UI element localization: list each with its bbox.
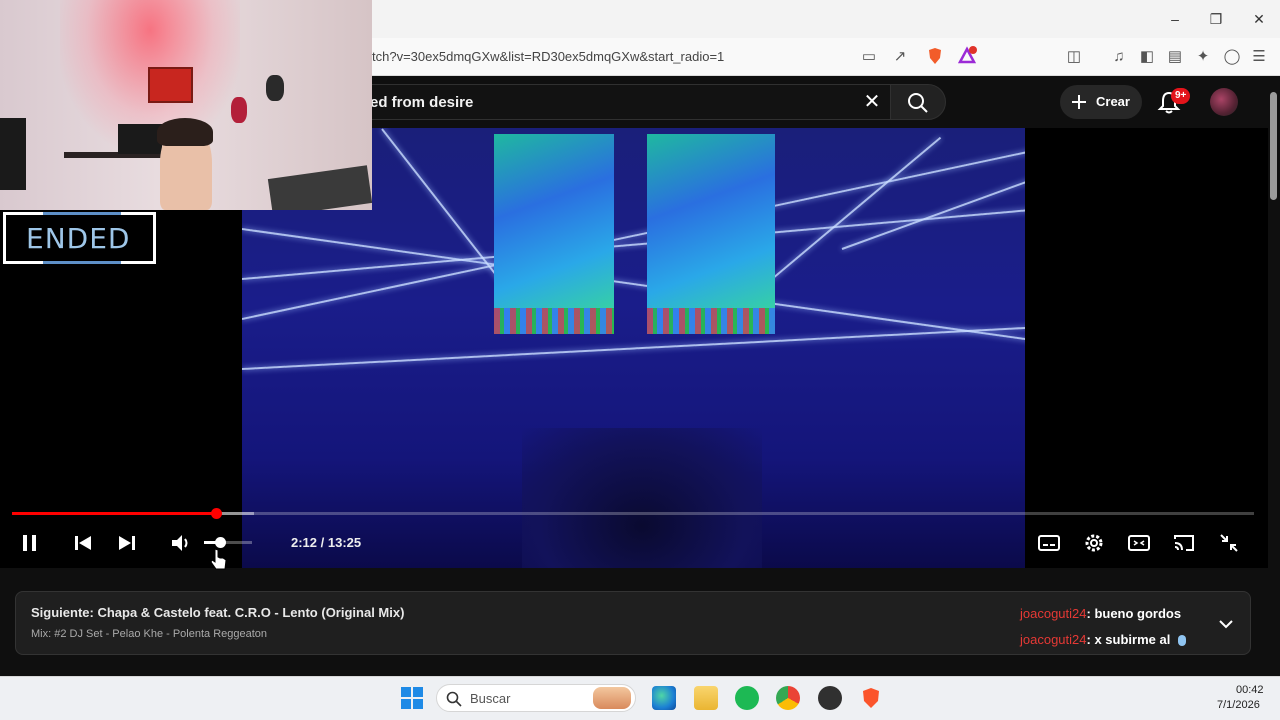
progress-scrubber[interactable] xyxy=(210,508,222,519)
plus-icon xyxy=(1072,95,1086,109)
brave-icon[interactable] xyxy=(859,686,883,710)
up-next-title[interactable]: Siguiente: Chapa & Castelo feat. C.R.O -… xyxy=(31,605,404,620)
install-app-icon[interactable]: ▭ xyxy=(858,46,880,68)
url-text[interactable]: tch?v=30ex5dmqGXw&list=RD30ex5dmqGXw&sta… xyxy=(372,49,724,64)
taskbar-search-input[interactable] xyxy=(436,684,636,712)
chat-username: joacoguti24 xyxy=(1020,606,1087,621)
chat-message: joacoguti24: bueno gordos xyxy=(1020,606,1181,621)
menu-icon[interactable]: ☰ xyxy=(1248,46,1270,68)
scrollbar-thumb[interactable] xyxy=(1270,92,1277,200)
clear-search-icon[interactable]: ✕ xyxy=(858,88,886,116)
share-icon[interactable]: ↗ xyxy=(889,46,911,68)
fullscreen-exit-button[interactable] xyxy=(1216,530,1242,556)
time-display: 2:12 / 13:25 xyxy=(291,535,362,550)
search-button[interactable] xyxy=(890,84,946,120)
obs-icon[interactable] xyxy=(818,686,842,710)
progress-played xyxy=(12,512,216,515)
next-icon xyxy=(119,536,135,550)
edge-icon[interactable] xyxy=(652,686,676,710)
spotify-icon[interactable] xyxy=(735,686,759,710)
leo-ai-icon[interactable]: ✦ xyxy=(1192,46,1214,68)
expand-chevron-icon[interactable] xyxy=(1214,612,1238,636)
brave-shields-icon[interactable] xyxy=(924,46,946,68)
previous-button[interactable] xyxy=(70,530,96,556)
chat-text: : bueno gordos xyxy=(1086,606,1182,621)
chat-text: : x subirme al xyxy=(1086,632,1171,647)
next-button[interactable] xyxy=(114,530,140,556)
search-query-text[interactable]: ed from desire xyxy=(370,94,473,111)
sidebar-icon[interactable]: ◧ xyxy=(1136,46,1158,68)
theater-mode-icon xyxy=(1128,535,1150,551)
gear-icon xyxy=(1085,534,1103,552)
reader-mode-icon[interactable]: ◫ xyxy=(1063,46,1085,68)
notifications-badge: 9+ xyxy=(1171,88,1191,104)
mute-button[interactable] xyxy=(168,530,194,556)
volume-icon xyxy=(172,535,188,551)
up-next-playlist: Mix: #2 DJ Set - Pelao Khe - Polenta Reg… xyxy=(31,628,268,640)
search-icon xyxy=(446,691,462,707)
search-icon xyxy=(908,93,928,113)
brave-rewards-icon[interactable] xyxy=(956,46,978,68)
volume-slider-knob[interactable] xyxy=(214,537,226,548)
windows-taskbar xyxy=(0,676,1280,720)
wallet-icon[interactable]: ▤ xyxy=(1164,46,1186,68)
media-icon[interactable]: ♫ xyxy=(1108,46,1130,68)
fullscreen-exit-icon xyxy=(1220,534,1238,552)
pause-button[interactable] xyxy=(17,530,43,556)
pause-icon xyxy=(23,535,36,551)
mouse-cursor-icon xyxy=(210,548,228,575)
restore-icon[interactable]: ❐ xyxy=(1205,8,1227,30)
chrome-icon[interactable] xyxy=(776,686,800,710)
chat-username: joacoguti24 xyxy=(1020,632,1087,647)
cast-button[interactable] xyxy=(1171,530,1197,556)
file-explorer-icon[interactable] xyxy=(694,686,718,710)
close-window-icon[interactable]: ✕ xyxy=(1248,8,1270,30)
emote-icon xyxy=(1177,635,1186,647)
minimize-icon[interactable]: – xyxy=(1164,8,1186,30)
previous-icon xyxy=(75,536,91,550)
windows-start-icon[interactable] xyxy=(400,686,424,715)
cast-icon xyxy=(1174,535,1194,551)
create-button-label: Crear xyxy=(1096,94,1130,109)
theater-mode-button[interactable] xyxy=(1126,530,1152,556)
settings-button[interactable] xyxy=(1081,530,1107,556)
search-highlight-icon xyxy=(593,687,631,709)
subtitles-button[interactable] xyxy=(1036,530,1062,556)
user-avatar[interactable] xyxy=(1210,88,1238,116)
ended-label: ENDED xyxy=(26,222,131,255)
subtitles-icon xyxy=(1038,535,1060,551)
taskbar-clock-date[interactable]: 7/1/2026 xyxy=(1217,699,1260,711)
chat-message: joacoguti24: x subirme al xyxy=(1020,632,1186,647)
vpn-shield-icon[interactable]: ◯ xyxy=(1221,46,1243,68)
taskbar-search-placeholder: Buscar xyxy=(470,691,511,706)
webcam-overlay xyxy=(0,0,372,210)
taskbar-clock-time[interactable]: 00:42 xyxy=(1236,684,1264,696)
